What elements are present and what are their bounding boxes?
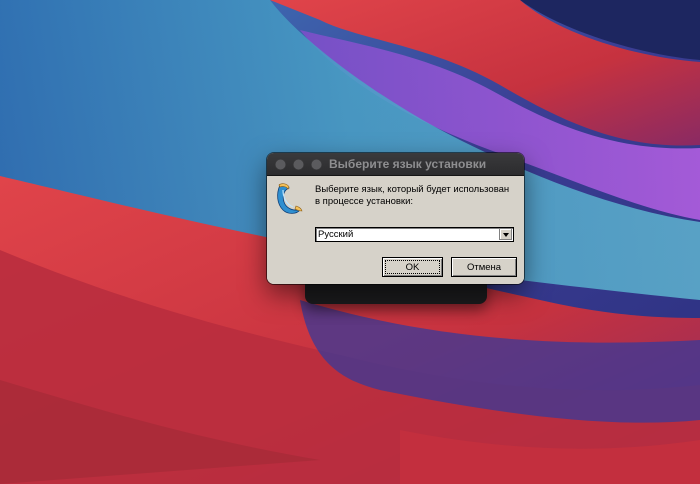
minimize-window-button[interactable] bbox=[293, 159, 304, 170]
ok-button[interactable]: OK bbox=[382, 257, 443, 277]
close-window-button[interactable] bbox=[275, 159, 286, 170]
language-selection-dialog: Выберите язык установки Выберите язык, к… bbox=[267, 153, 524, 284]
language-dropdown[interactable]: Русский bbox=[315, 227, 514, 242]
dialog-title: Выберите язык установки bbox=[329, 157, 487, 171]
installer-horn-icon bbox=[277, 183, 303, 214]
dialog-content: Выберите язык, который будет использован… bbox=[267, 176, 524, 284]
cancel-button[interactable]: Отмена bbox=[451, 257, 517, 277]
prompt-line-1: Выберите язык, который будет использован bbox=[315, 184, 510, 195]
language-prompt: Выберите язык, который будет использован… bbox=[315, 184, 520, 208]
selected-language: Русский bbox=[318, 229, 354, 240]
zoom-window-button[interactable] bbox=[311, 159, 322, 170]
chevron-down-icon[interactable] bbox=[499, 229, 512, 240]
prompt-line-2: в процессе установки: bbox=[315, 196, 414, 207]
dialog-titlebar[interactable]: Выберите язык установки bbox=[267, 153, 524, 176]
